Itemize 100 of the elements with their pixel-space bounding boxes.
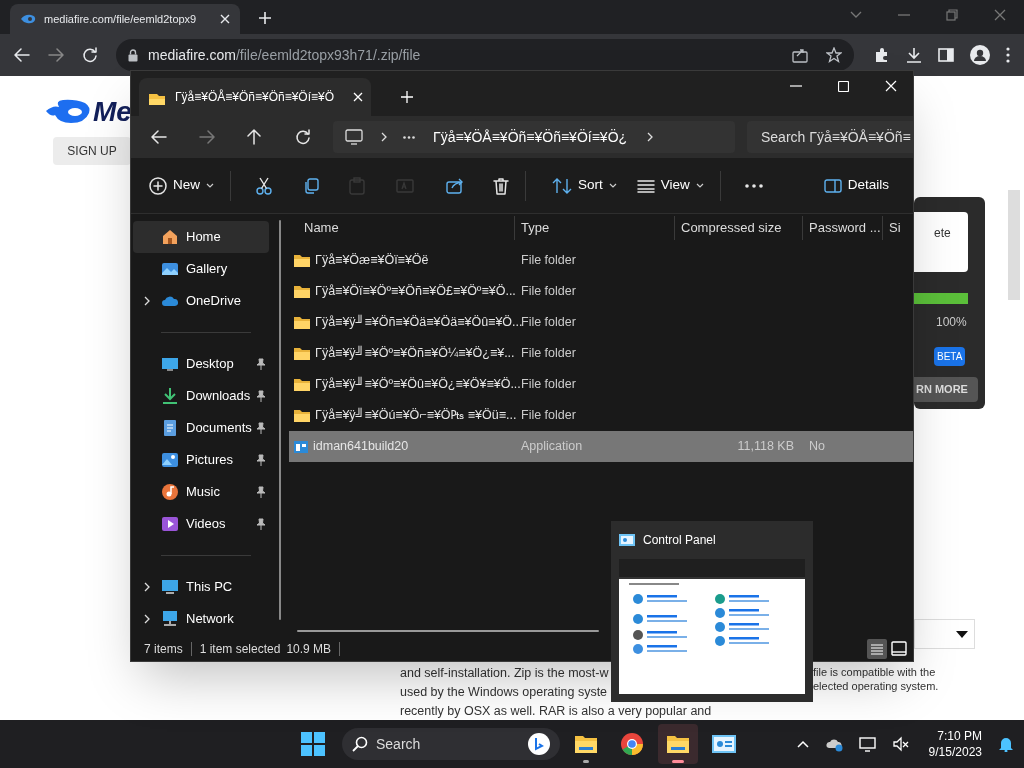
tiles-view-icon[interactable] — [889, 639, 909, 659]
sidebar-item[interactable]: Network — [133, 603, 269, 635]
tab-title: mediafire.com/file/eemld2topx9 — [44, 11, 198, 27]
pin-icon — [256, 358, 266, 370]
sidebar-item[interactable]: OneDrive — [133, 285, 269, 317]
pin-icon — [256, 454, 266, 466]
windows-icon[interactable] — [301, 732, 325, 756]
explorer-tab[interactable]: Γÿå≡¥ÖÅ≡¥Öñ≡¥Öñ≡¥Öí≡¥Ö — [139, 78, 371, 116]
sidebar-item[interactable]: This PC — [133, 571, 269, 603]
list-icon — [636, 178, 655, 193]
more-button[interactable] — [744, 183, 763, 188]
menu-icon[interactable] — [1006, 47, 1010, 63]
details-button[interactable]: Details — [823, 175, 889, 196]
search-box[interactable]: Search — [342, 728, 560, 760]
details-view-icon[interactable] — [867, 639, 887, 659]
file-row[interactable]: Γÿå≡¥ÿ╝≡¥Öº≡¥Öñ≡¥Ö¼≡¥Ö¿≡¥... File folder — [289, 338, 913, 369]
clipboard-icon — [349, 176, 365, 195]
folder-icon — [293, 377, 311, 392]
copy-button[interactable] — [303, 177, 319, 194]
back-icon[interactable] — [151, 130, 167, 144]
file-row[interactable]: Γÿå≡¥Öï≡¥Öº≡¥Öñ≡¥Ö£≡¥Öº≡¥Ö... File folder — [289, 276, 913, 307]
column-header[interactable]: Password ... — [802, 216, 882, 240]
profile-icon[interactable] — [970, 45, 990, 65]
clock[interactable]: 7:10 PM 9/15/2023 — [928, 728, 982, 760]
chevron-right-icon[interactable] — [144, 614, 150, 624]
file-row[interactable]: Γÿå≡¥ÿ╝≡¥Öú≡¥Ö⌐≡¥Ö₧ ≡¥Öü≡... File folder — [289, 400, 913, 431]
sidebar-item[interactable]: Gallery — [133, 253, 269, 285]
file-name: Γÿå≡¥ÿ╜≡¥Öñ≡¥Öä≡¥Öä≡¥Öû≡¥Ö... — [315, 314, 523, 332]
new-tab-icon[interactable] — [258, 11, 272, 25]
folder-icon — [293, 408, 311, 423]
home-icon — [161, 228, 179, 246]
sidebar-item[interactable]: Home — [133, 221, 269, 253]
sidebar-item[interactable]: Music — [133, 476, 269, 508]
more-icon — [744, 183, 763, 188]
application-icon — [293, 439, 309, 454]
url-text: mediafire.com/file/eemld2topx93h71/.zip/file — [148, 45, 422, 65]
window-preview[interactable]: Control Panel — [611, 521, 813, 702]
file-row[interactable]: Γÿå≡¥Öæ≡¥Öï≡¥Öë File folder — [289, 245, 913, 276]
sidebar-item[interactable]: Pictures — [133, 444, 269, 476]
file-row[interactable]: Γÿå≡¥ÿ╜≡¥Öº≡¥Öû≡¥Ö¿≡¥Ö¥≡¥Ö...File folder — [289, 369, 913, 400]
browser-icon — [619, 731, 645, 757]
address-bar[interactable]: mediafire.com/file/eemld2topx93h71/.zip/file — [116, 39, 854, 71]
new-button[interactable]: New — [149, 175, 214, 196]
puzzle-icon[interactable] — [874, 47, 890, 63]
more-icon[interactable] — [403, 135, 415, 139]
sidebar-item[interactable]: Documents — [133, 412, 269, 444]
back-icon[interactable] — [14, 48, 30, 62]
dropdown[interactable] — [914, 619, 975, 649]
forward-icon[interactable] — [48, 48, 64, 62]
file-row[interactable]: Γÿå≡¥ÿ╜≡¥Öñ≡¥Öä≡¥Öä≡¥Öû≡¥Ö...File folder — [289, 307, 913, 338]
selection-info: 1 item selected — [199, 641, 281, 658]
file-row[interactable]: idman641build20 Application 11,118 KB No — [289, 431, 913, 462]
share-button[interactable] — [446, 177, 464, 194]
star-icon[interactable] — [826, 47, 842, 63]
column-header[interactable]: Name — [289, 216, 514, 240]
folder-icon — [293, 284, 311, 299]
sign-up-button[interactable]: SIGN UP — [53, 137, 131, 165]
share-icon[interactable] — [792, 47, 808, 63]
maximize-icon[interactable] — [838, 80, 849, 92]
sort-button[interactable]: Sort — [552, 175, 617, 196]
column-header[interactable]: Compressed size — [674, 216, 802, 240]
cut-button[interactable] — [256, 176, 272, 195]
monitor-icon — [161, 578, 179, 596]
rename-icon — [396, 177, 414, 194]
bing-icon — [528, 733, 550, 755]
refresh-icon[interactable] — [295, 129, 311, 145]
lock-icon — [128, 48, 138, 62]
side-panel-icon[interactable] — [938, 47, 954, 63]
text-line: used by the Windows operating syste — [400, 684, 609, 700]
chevron-down-icon[interactable] — [850, 11, 862, 19]
scissors-icon — [256, 176, 272, 195]
delete-button[interactable] — [493, 176, 509, 195]
monitor-icon[interactable] — [858, 736, 877, 752]
up-icon[interactable] — [247, 129, 261, 145]
chevron-right-icon[interactable] — [144, 582, 150, 592]
file-type: File folder — [520, 283, 577, 301]
column-header[interactable]: Si — [882, 216, 902, 240]
bell-icon[interactable] — [998, 736, 1014, 752]
chevron-right-icon[interactable] — [144, 296, 150, 306]
chevron-up-icon[interactable] — [796, 740, 809, 748]
download-icon[interactable] — [906, 47, 922, 63]
forward-icon[interactable] — [199, 130, 215, 144]
speaker-muted-icon[interactable] — [892, 736, 909, 752]
address-bar[interactable]: Γÿå≡¥ÖÅ≡¥Öñ≡¥Öñ≡¥Öí≡¥Ö¿ — [333, 121, 735, 153]
reload-icon[interactable] — [82, 47, 98, 63]
sidebar-item[interactable]: Downloads — [133, 380, 269, 412]
file-name: idman641build20 — [313, 438, 409, 456]
breadcrumb-item[interactable]: Γÿå≡¥ÖÅ≡¥Öñ≡¥Öñ≡¥Öí≡¥Ö¿ — [433, 126, 628, 148]
browser-tab[interactable]: mediafire.com/file/eemld2topx9 — [10, 4, 240, 34]
view-button[interactable]: View — [636, 175, 704, 196]
pin-icon — [256, 390, 266, 402]
text-line: recently by OSX as well. RAR is also a very popular and — [400, 703, 712, 719]
learn-more-button[interactable]: RN MORE — [914, 377, 978, 402]
restore-icon[interactable] — [946, 9, 958, 21]
search-field[interactable]: Search Γÿå≡¥ÖÅ≡¥Öñ≡ — [747, 121, 913, 153]
sidebar-item[interactable]: Videos — [133, 508, 269, 540]
taskbar-app[interactable] — [658, 724, 698, 764]
column-header[interactable]: Type — [514, 216, 674, 240]
sidebar-item[interactable]: Desktop — [133, 348, 269, 380]
item-count: 7 items — [144, 641, 183, 658]
